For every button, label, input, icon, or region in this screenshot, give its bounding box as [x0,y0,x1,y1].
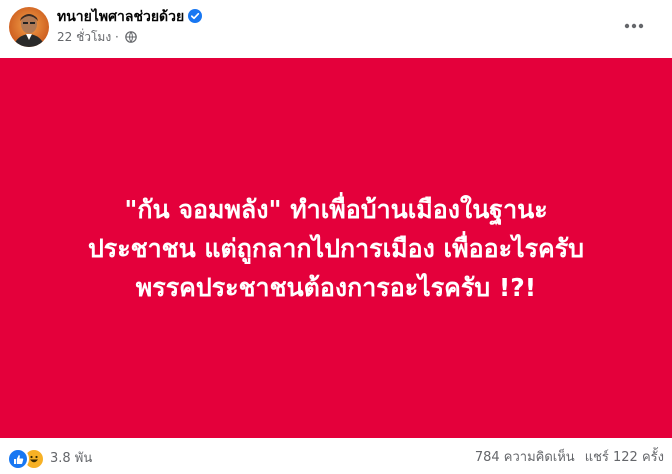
author-avatar[interactable] [9,7,49,47]
avatar-image [9,7,49,47]
post-timestamp[interactable]: 22 ชั่วโมง [57,30,111,44]
share-count-link[interactable]: แชร์ 122 ครั้ง [585,450,664,465]
engagement-stats: 784 ความคิดเห็น แชร์ 122 ครั้ง [475,449,664,467]
like-icon [7,448,29,470]
post-body-line: "กัน จอมพลัง" ทำเพื่อบ้านเมืองในฐานะ [124,194,548,224]
post-body-line: ประชาชน แต่ถูกลากไปการเมือง เพื่ออะไรครั… [87,233,585,263]
post-text-card: "กัน จอมพลัง" ทำเพื่อบ้านเมืองในฐานะ ประ… [0,58,672,438]
more-options-button[interactable] [618,12,650,40]
meta-separator: · [115,30,119,44]
post-body-line: พรรคประชาชนต้องการอะไรครับ !?! [135,272,537,302]
post-body: "กัน จอมพลัง" ทำเพื่อบ้านเมืองในฐานะ ประ… [26,190,646,307]
verified-badge-icon [188,9,203,23]
reaction-count: 3.8 พัน [50,451,93,466]
author-name[interactable]: ทนายไพศาลช่วยด้วย [57,9,184,25]
comment-count-link[interactable]: 784 ความคิดเห็น [475,450,575,465]
post-header: ทนายไพศาลช่วยด้วย 22 ชั่วโมง · [0,0,672,58]
author-name-row: ทนายไพศาลช่วยด้วย [57,8,203,26]
more-options-icon [624,23,644,29]
post-footer: 3.8 พัน 784 ความคิดเห็น แชร์ 122 ครั้ง [0,438,672,474]
globe-icon[interactable] [124,31,137,43]
reactions-summary[interactable]: 3.8 พัน [7,448,92,470]
post-meta: 22 ชั่วโมง · [57,29,137,45]
